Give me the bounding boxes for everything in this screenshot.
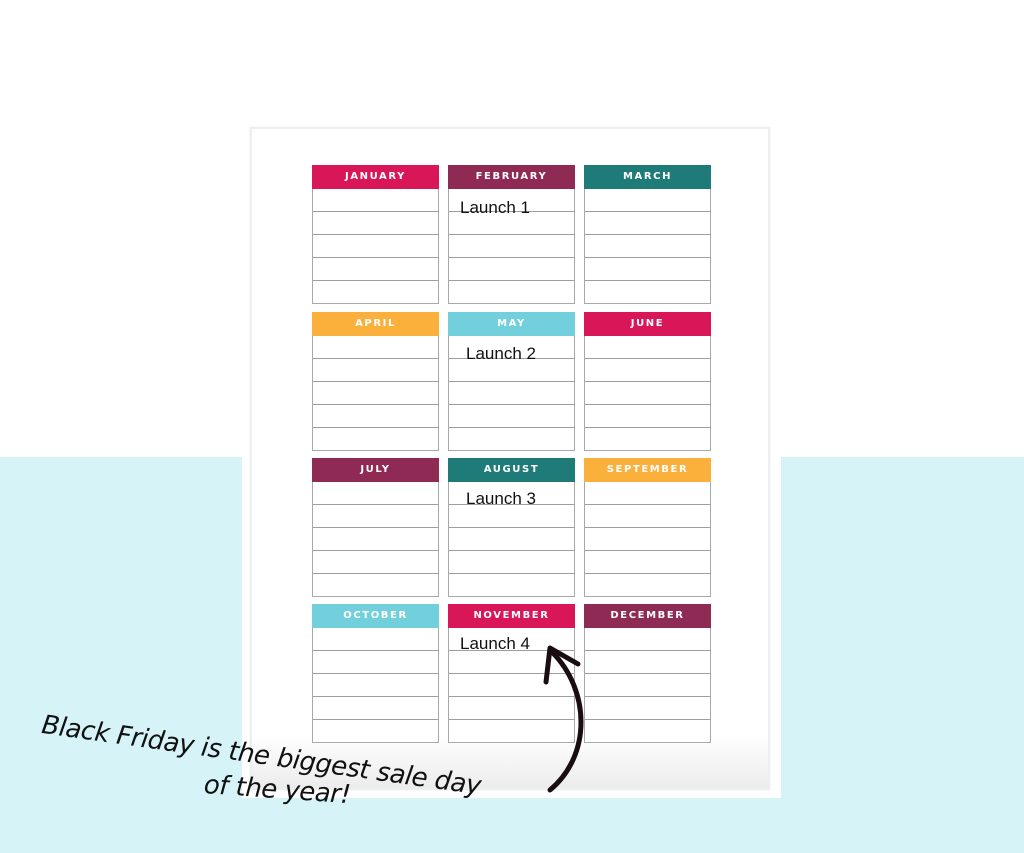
month-header: SEPTEMBER [584,458,711,482]
month-header: NOVEMBER [448,604,575,628]
planner-line[interactable] [313,505,438,528]
launch-entry[interactable]: Launch 2 [466,344,536,364]
planner-line[interactable] [585,528,710,551]
launch-entry[interactable]: Launch 3 [466,489,536,509]
planner-line[interactable] [313,482,438,505]
month-header: MARCH [584,165,711,189]
month-block-march: MARCH [584,165,711,304]
month-header: OCTOBER [312,604,439,628]
planner-line[interactable] [313,574,438,596]
planner-line[interactable] [449,235,574,258]
planner-line[interactable] [313,382,438,405]
planner-line[interactable] [449,382,574,405]
month-block-october: OCTOBER [312,604,439,743]
planner-line[interactable] [313,189,438,212]
month-header: JUNE [584,312,711,336]
planner-line[interactable] [313,651,438,674]
planner-line[interactable] [585,258,710,281]
planner-line[interactable] [585,482,710,505]
planner-line[interactable] [449,405,574,428]
planner-line[interactable] [585,405,710,428]
planner-line[interactable] [313,697,438,720]
planner-line[interactable] [585,281,710,303]
planner-line[interactable] [585,382,710,405]
month-header: JANUARY [312,165,439,189]
planner-line[interactable] [449,574,574,596]
planner-line[interactable] [585,551,710,574]
planner-line[interactable] [313,674,438,697]
month-block-january: JANUARY [312,165,439,304]
month-block-july: JULY [312,458,439,597]
launch-entry[interactable]: Launch 1 [460,198,530,218]
planner-line[interactable] [585,574,710,596]
month-header: DECEMBER [584,604,711,628]
planner-line[interactable] [585,212,710,235]
launch-entry[interactable]: Launch 4 [460,634,530,654]
planner-line[interactable] [313,551,438,574]
planner-line[interactable] [449,528,574,551]
planner-line[interactable] [585,359,710,382]
month-header: FEBRUARY [448,165,575,189]
month-header: JULY [312,458,439,482]
month-block-june: JUNE [584,312,711,451]
planner-line[interactable] [585,428,710,450]
month-header: AUGUST [448,458,575,482]
planner-line[interactable] [449,551,574,574]
planner-line[interactable] [313,405,438,428]
month-block-april: APRIL [312,312,439,451]
planner-line[interactable] [313,359,438,382]
planner-line[interactable] [313,528,438,551]
planner-line[interactable] [313,336,438,359]
planner-line[interactable] [585,336,710,359]
planner-line[interactable] [313,428,438,450]
planner-line[interactable] [313,258,438,281]
month-block-may: MAY [448,312,575,451]
planner-line[interactable] [313,212,438,235]
planner-line[interactable] [585,235,710,258]
month-block-september: SEPTEMBER [584,458,711,597]
planner-line[interactable] [313,628,438,651]
planner-line[interactable] [313,235,438,258]
planner-line[interactable] [449,281,574,303]
month-block-february: FEBRUARY [448,165,575,304]
month-header: APRIL [312,312,439,336]
curved-arrow-up-icon [543,645,584,793]
planner-line[interactable] [449,258,574,281]
planner-line[interactable] [585,505,710,528]
planner-line[interactable] [313,720,438,742]
planner-line[interactable] [585,189,710,212]
month-header: MAY [448,312,575,336]
planner-line[interactable] [313,281,438,303]
planner-line[interactable] [449,428,574,450]
month-block-august: AUGUST [448,458,575,597]
